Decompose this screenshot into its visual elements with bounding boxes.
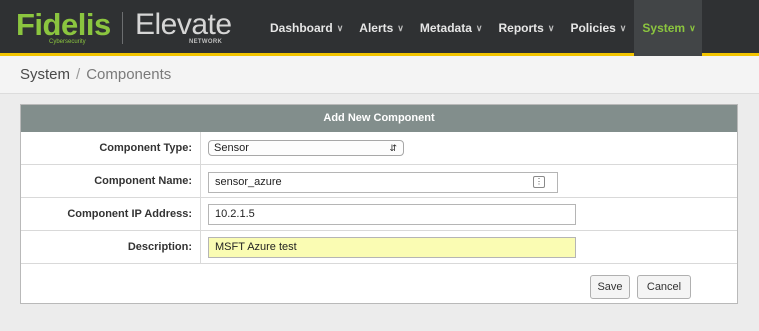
component-type-label: Component Type: [21,132,201,164]
select-arrows-icon: ⇵ [389,143,397,153]
form-actions: Save Cancel [21,264,737,308]
product-name: Elevate [135,8,232,41]
component-type-value: Sensor [214,142,249,154]
component-name-label: Component Name: [21,165,201,197]
form-row-component-ip: Component IP Address: 10.2.1.5 [21,198,737,231]
nav-label: System [642,21,686,35]
component-type-select[interactable]: Sensor ⇵ [208,140,404,156]
chevron-down-icon: ∨ [475,22,483,33]
component-ip-input[interactable]: 10.2.1.5 [208,204,576,225]
nav-label: Policies [570,21,616,35]
breadcrumb-separator: / [76,66,81,83]
nav-item-reports[interactable]: Reports ∨ [491,0,563,56]
component-ip-label: Component IP Address: [21,198,201,230]
form-row-component-name: Component Name: sensor_azure ⋮ [21,165,737,198]
form-title: Add New Component [21,105,737,132]
breadcrumb: System / Components [20,66,171,83]
product-subtitle: NETWORK [189,39,223,45]
nav-label: Metadata [419,21,472,35]
nav-item-alerts[interactable]: Alerts ∨ [351,0,412,56]
breadcrumb-bar: System / Components [0,56,759,94]
nav-item-system[interactable]: System ∨ [634,0,702,56]
description-label: Description: [21,231,201,263]
brand-tagline: Cybersecurity [49,39,86,45]
form-row-description: Description: MSFT Azure test [21,231,737,264]
cancel-button[interactable]: Cancel [637,275,691,299]
top-navigation-bar: Fidelis Cybersecurity Elevate NETWORK Da… [0,0,759,56]
form-row-component-type: Component Type: Sensor ⇵ [21,132,737,165]
main-nav: Dashboard ∨ Alerts ∨ Metadata ∨ Reports … [262,0,702,56]
nav-label: Alerts [359,21,394,35]
brand-name: Fidelis [16,7,111,42]
field-info-icon[interactable]: ⋮ [533,176,545,188]
breadcrumb-root[interactable]: System [20,66,70,83]
chevron-down-icon: ∨ [619,22,627,33]
add-component-form: Add New Component Component Type: Sensor… [20,104,738,304]
nav-item-policies[interactable]: Policies ∨ [562,0,634,56]
chevron-down-icon: ∨ [397,22,404,33]
nav-label: Reports [498,21,544,35]
brand-divider [122,12,123,44]
nav-item-metadata[interactable]: Metadata ∨ [412,0,491,56]
breadcrumb-current: Components [86,66,172,83]
chevron-down-icon: ∨ [547,22,555,33]
component-ip-value: 10.2.1.5 [215,208,255,220]
chevron-down-icon: ∨ [689,22,696,33]
chevron-down-icon: ∨ [336,22,344,33]
save-button[interactable]: Save [590,275,630,299]
component-name-value: sensor_azure [215,176,282,188]
description-input[interactable]: MSFT Azure test [208,237,576,258]
description-value: MSFT Azure test [215,241,297,253]
component-name-input[interactable]: sensor_azure ⋮ [208,172,558,193]
nav-label: Dashboard [270,21,333,35]
nav-item-dashboard[interactable]: Dashboard ∨ [262,0,351,56]
